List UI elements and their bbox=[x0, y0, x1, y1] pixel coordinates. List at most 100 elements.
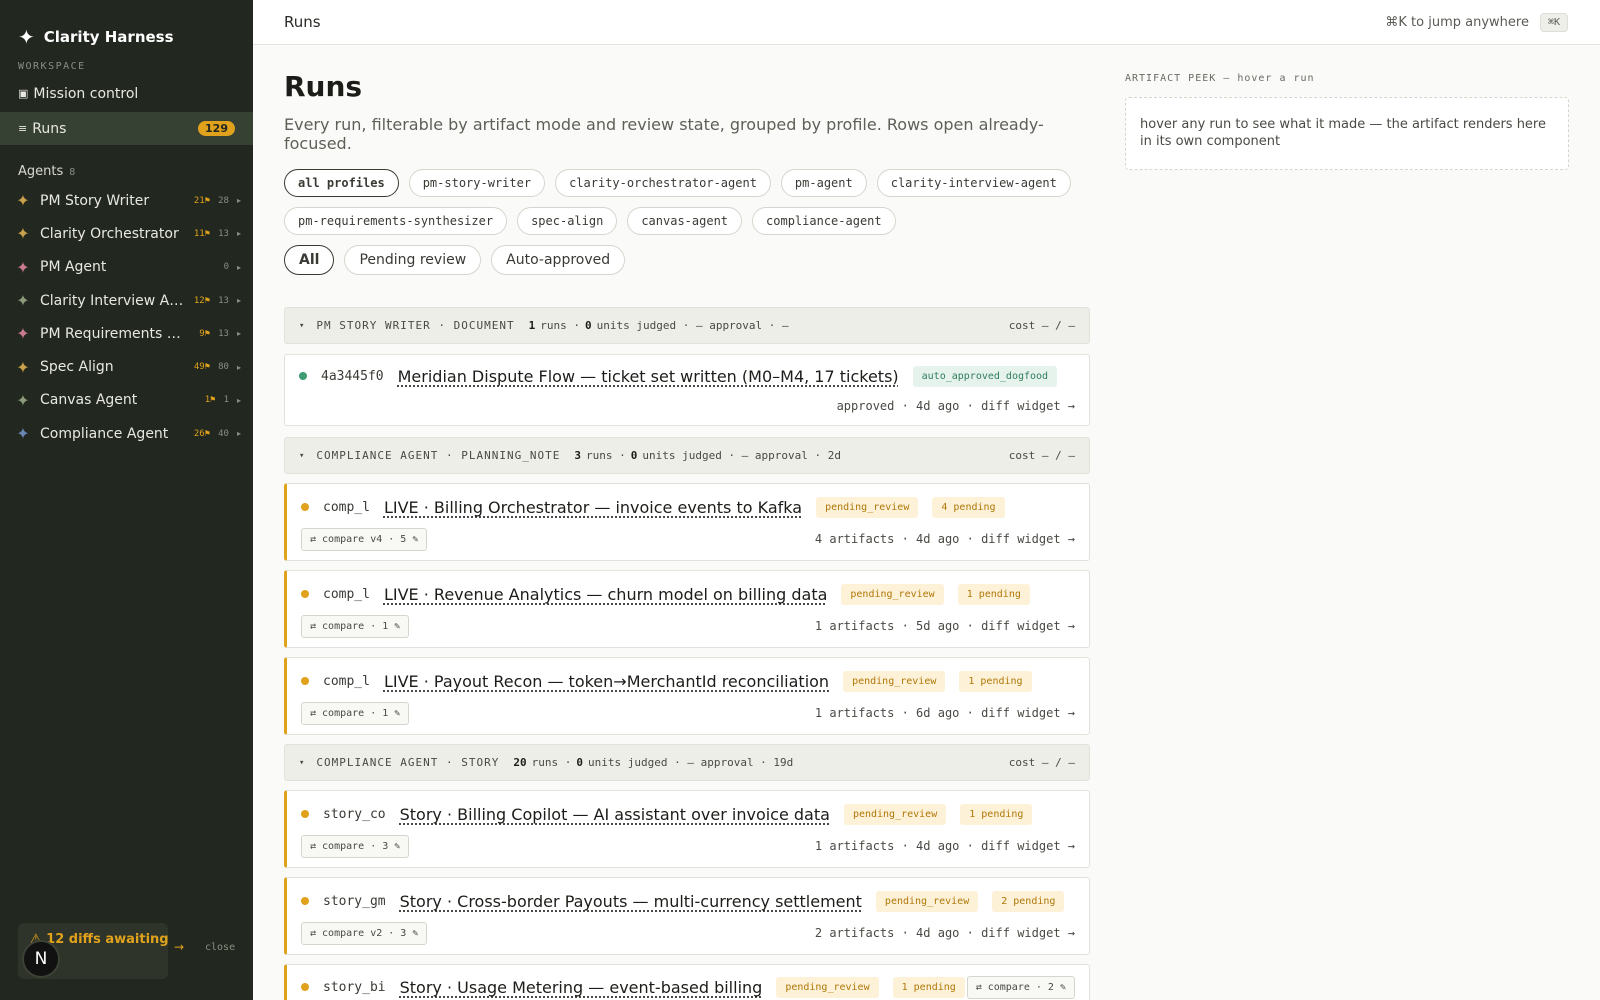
run-meta[interactable]: 2 artifacts · 4d ago · diff widget → bbox=[815, 926, 1075, 940]
run-row[interactable]: story_co Story · Billing Copilot — AI ass… bbox=[284, 790, 1090, 868]
run-row[interactable]: story_gm Story · Cross-border Payouts — m… bbox=[284, 877, 1090, 955]
group-runs-count: 20 bbox=[513, 756, 527, 769]
arrow-right-icon[interactable]: → bbox=[174, 940, 184, 954]
profile-chip-clarity-orchestrator-agent[interactable]: clarity-orchestrator-agent bbox=[555, 169, 771, 197]
run-id: comp_l bbox=[323, 586, 370, 602]
run-row[interactable]: comp_l LIVE · Billing Orchestrator — invo… bbox=[284, 483, 1090, 561]
command-hint[interactable]: ⌘K to jump anywhere bbox=[1385, 15, 1529, 30]
run-id: comp_l bbox=[323, 673, 370, 689]
agents-label: Agents bbox=[18, 164, 64, 179]
caret-right-icon[interactable]: ▸ bbox=[237, 263, 241, 272]
group-header[interactable]: ▾ COMPLIANCE AGENT · STORY 20 runs · 0 units … bbox=[284, 744, 1090, 781]
run-title-link[interactable]: Meridian Dispute Flow — ticket set writt… bbox=[398, 367, 899, 386]
sidebar-agent-spec-align[interactable]: ✦ Spec Align 49⚑ 80 ▸ bbox=[0, 350, 253, 383]
run-meta[interactable]: approved · 4d ago · diff widget → bbox=[837, 399, 1075, 413]
status-badge: pending_review bbox=[776, 976, 879, 998]
run-row[interactable]: story_bi Story · Usage Metering — event-b… bbox=[284, 964, 1090, 1000]
workspace-label: WORKSPACE bbox=[18, 61, 86, 72]
run-footer: ⇄ compare v4 · 5 ✎ 4 artifacts · 4d ago ·… bbox=[301, 527, 1075, 551]
compare-button[interactable]: ⇄ compare · 1 ✎ bbox=[301, 701, 410, 725]
caret-right-icon[interactable]: ▸ bbox=[237, 429, 241, 438]
sidebar-agent-clarity-interview-agent[interactable]: ✦ Clarity Interview Agent 12⚑ 13 ▸ bbox=[0, 284, 253, 317]
nav-item-mission-control[interactable]: ▣ Mission control bbox=[0, 77, 253, 110]
sidebar-agent-compliance-agent[interactable]: ✦ Compliance Agent 26⚑ 40 ▸ bbox=[0, 417, 253, 450]
run-footer: ⇄ compare · 3 ✎ 1 artifacts · 4d ago · di… bbox=[301, 834, 1075, 858]
status-dot bbox=[301, 897, 309, 905]
caret-right-icon[interactable]: ▸ bbox=[237, 329, 241, 338]
state-chip-pending-review[interactable]: Pending review bbox=[344, 245, 482, 275]
agent-name: Compliance Agent bbox=[40, 425, 169, 442]
nav-item-runs[interactable]: ≡ Runs 129 bbox=[0, 112, 253, 145]
run-meta[interactable]: 1 artifacts · 4d ago · diff widget → bbox=[815, 839, 1075, 853]
caret-right-icon[interactable]: ▸ bbox=[237, 196, 241, 205]
agent-star-icon: ✦ bbox=[16, 224, 30, 244]
pending-count-badge: 1 pending bbox=[957, 583, 1030, 605]
status-dot bbox=[301, 677, 309, 685]
page-title: Runs bbox=[284, 70, 363, 103]
close-button[interactable]: close bbox=[205, 942, 235, 953]
agent-name: PM Requirements Synthesizer bbox=[40, 325, 184, 342]
brand[interactable]: ✦ Clarity Harness bbox=[0, 0, 253, 56]
command-shortcut-key[interactable]: ⌘K bbox=[1539, 12, 1568, 32]
run-list: ▾ PM STORY WRITER · DOCUMENT 1 runs · 0 units… bbox=[284, 307, 1090, 1000]
run-row[interactable]: comp_l LIVE · Revenue Analytics — churn m… bbox=[284, 570, 1090, 648]
sidebar-agent-clarity-orchestrator[interactable]: ✦ Clarity Orchestrator 11⚑ 13 ▸ bbox=[0, 217, 253, 250]
run-title-link[interactable]: LIVE · Payout Recon — token→MerchantId r… bbox=[384, 672, 829, 691]
profile-chip-clarity-interview-agent[interactable]: clarity-interview-agent bbox=[876, 169, 1071, 197]
compare-button[interactable]: ⇄ compare · 1 ✎ bbox=[301, 614, 410, 638]
profile-chip-spec-align[interactable]: spec-align bbox=[517, 207, 618, 235]
state-chip-all[interactable]: All bbox=[284, 245, 335, 275]
profile-chip-canvas-agent[interactable]: canvas-agent bbox=[627, 207, 743, 235]
profile-chip-pm-agent[interactable]: pm-agent bbox=[780, 169, 867, 197]
run-meta[interactable]: 4 artifacts · 4d ago · diff widget → bbox=[815, 532, 1075, 546]
profile-chip-pm-requirements-synthesizer[interactable]: pm-requirements-synthesizer bbox=[284, 207, 508, 235]
run-header: story_bi Story · Usage Metering — event-b… bbox=[301, 965, 1075, 1000]
run-title-link[interactable]: LIVE · Billing Orchestrator — invoice ev… bbox=[384, 498, 802, 517]
agent-name: PM Story Writer bbox=[40, 192, 150, 209]
page-subtitle: Every run, filterable by artifact mode a… bbox=[284, 115, 1044, 153]
run-meta[interactable]: 1 artifacts · 6d ago · diff widget → bbox=[815, 706, 1075, 720]
sidebar-agent-pm-story-writer[interactable]: ✦ PM Story Writer 21⚑ 28 ▸ bbox=[0, 184, 253, 217]
caret-right-icon[interactable]: ▸ bbox=[237, 363, 241, 372]
status-dot bbox=[301, 503, 309, 511]
profile-chip-all-profiles[interactable]: all profiles bbox=[284, 169, 399, 197]
agent-run-count: 13 bbox=[218, 328, 229, 339]
compare-button[interactable]: ⇄ compare v4 · 5 ✎ bbox=[301, 527, 428, 551]
group-header[interactable]: ▾ PM STORY WRITER · DOCUMENT 1 runs · 0 units… bbox=[284, 307, 1090, 344]
list-icon: ≡ bbox=[18, 122, 28, 135]
sidebar-agent-canvas-agent[interactable]: ✦ Canvas Agent 1⚑ 1 ▸ bbox=[0, 384, 253, 417]
caret-right-icon[interactable]: ▸ bbox=[237, 296, 241, 305]
chevron-down-icon[interactable]: ▾ bbox=[299, 321, 304, 331]
run-title-link[interactable]: LIVE · Revenue Analytics — churn model o… bbox=[384, 585, 827, 604]
run-row[interactable]: comp_l LIVE · Payout Recon — token→Mercha… bbox=[284, 657, 1090, 735]
chevron-down-icon[interactable]: ▾ bbox=[299, 451, 304, 461]
compare-button[interactable]: ⇄ compare v2 · 3 ✎ bbox=[301, 921, 428, 945]
run-title-link[interactable]: Story · Cross-border Payouts — multi-cur… bbox=[400, 892, 862, 911]
run-row[interactable]: 4a3445f0 Meridian Dispute Flow — ticket s… bbox=[284, 354, 1090, 426]
sidebar-agent-pm-requirements-synthesizer[interactable]: ✦ PM Requirements Synthesizer 9⚑ 13 ▸ bbox=[0, 317, 253, 350]
compare-button[interactable]: ⇄ compare · 3 ✎ bbox=[301, 834, 410, 858]
agent-star-icon: ✦ bbox=[16, 191, 30, 211]
sidebar-agent-pm-agent[interactable]: ✦ PM Agent 0 ▸ bbox=[0, 251, 253, 284]
run-title-link[interactable]: Story · Usage Metering — event-based bil… bbox=[400, 978, 763, 997]
avatar[interactable]: N bbox=[22, 940, 60, 978]
profile-chip-pm-story-writer[interactable]: pm-story-writer bbox=[408, 169, 546, 197]
run-meta[interactable]: 1 artifacts · 5d ago · diff widget → bbox=[815, 619, 1075, 633]
agent-list: ✦ PM Story Writer 21⚑ 28 ▸ ✦ Clarity Orchestra… bbox=[0, 184, 253, 450]
profile-chip-compliance-agent[interactable]: compliance-agent bbox=[752, 207, 896, 235]
pending-count-badge: 1 pending bbox=[960, 803, 1033, 825]
status-badge: pending_review bbox=[843, 670, 946, 692]
run-title-link[interactable]: Story · Billing Copilot — AI assistant o… bbox=[400, 805, 830, 824]
run-id: story_gm bbox=[323, 893, 386, 909]
compare-button[interactable]: ⇄ compare · 2 ✎ bbox=[966, 975, 1075, 999]
chevron-down-icon[interactable]: ▾ bbox=[299, 758, 304, 768]
group-cost: cost — / — bbox=[1008, 319, 1075, 332]
run-footer: ⇄ compare v2 · 3 ✎ 2 artifacts · 4d ago ·… bbox=[301, 921, 1075, 945]
group-runs-label: runs · bbox=[540, 319, 580, 332]
caret-right-icon[interactable]: ▸ bbox=[237, 229, 241, 238]
group-header[interactable]: ▾ COMPLIANCE AGENT · PLANNING_NOTE 3 runs ·… bbox=[284, 437, 1090, 474]
state-chip-auto-approved[interactable]: Auto-approved bbox=[491, 245, 626, 275]
agent-name: PM Agent bbox=[40, 259, 107, 276]
caret-right-icon[interactable]: ▸ bbox=[237, 396, 241, 405]
status-badge: pending_review bbox=[843, 803, 947, 825]
